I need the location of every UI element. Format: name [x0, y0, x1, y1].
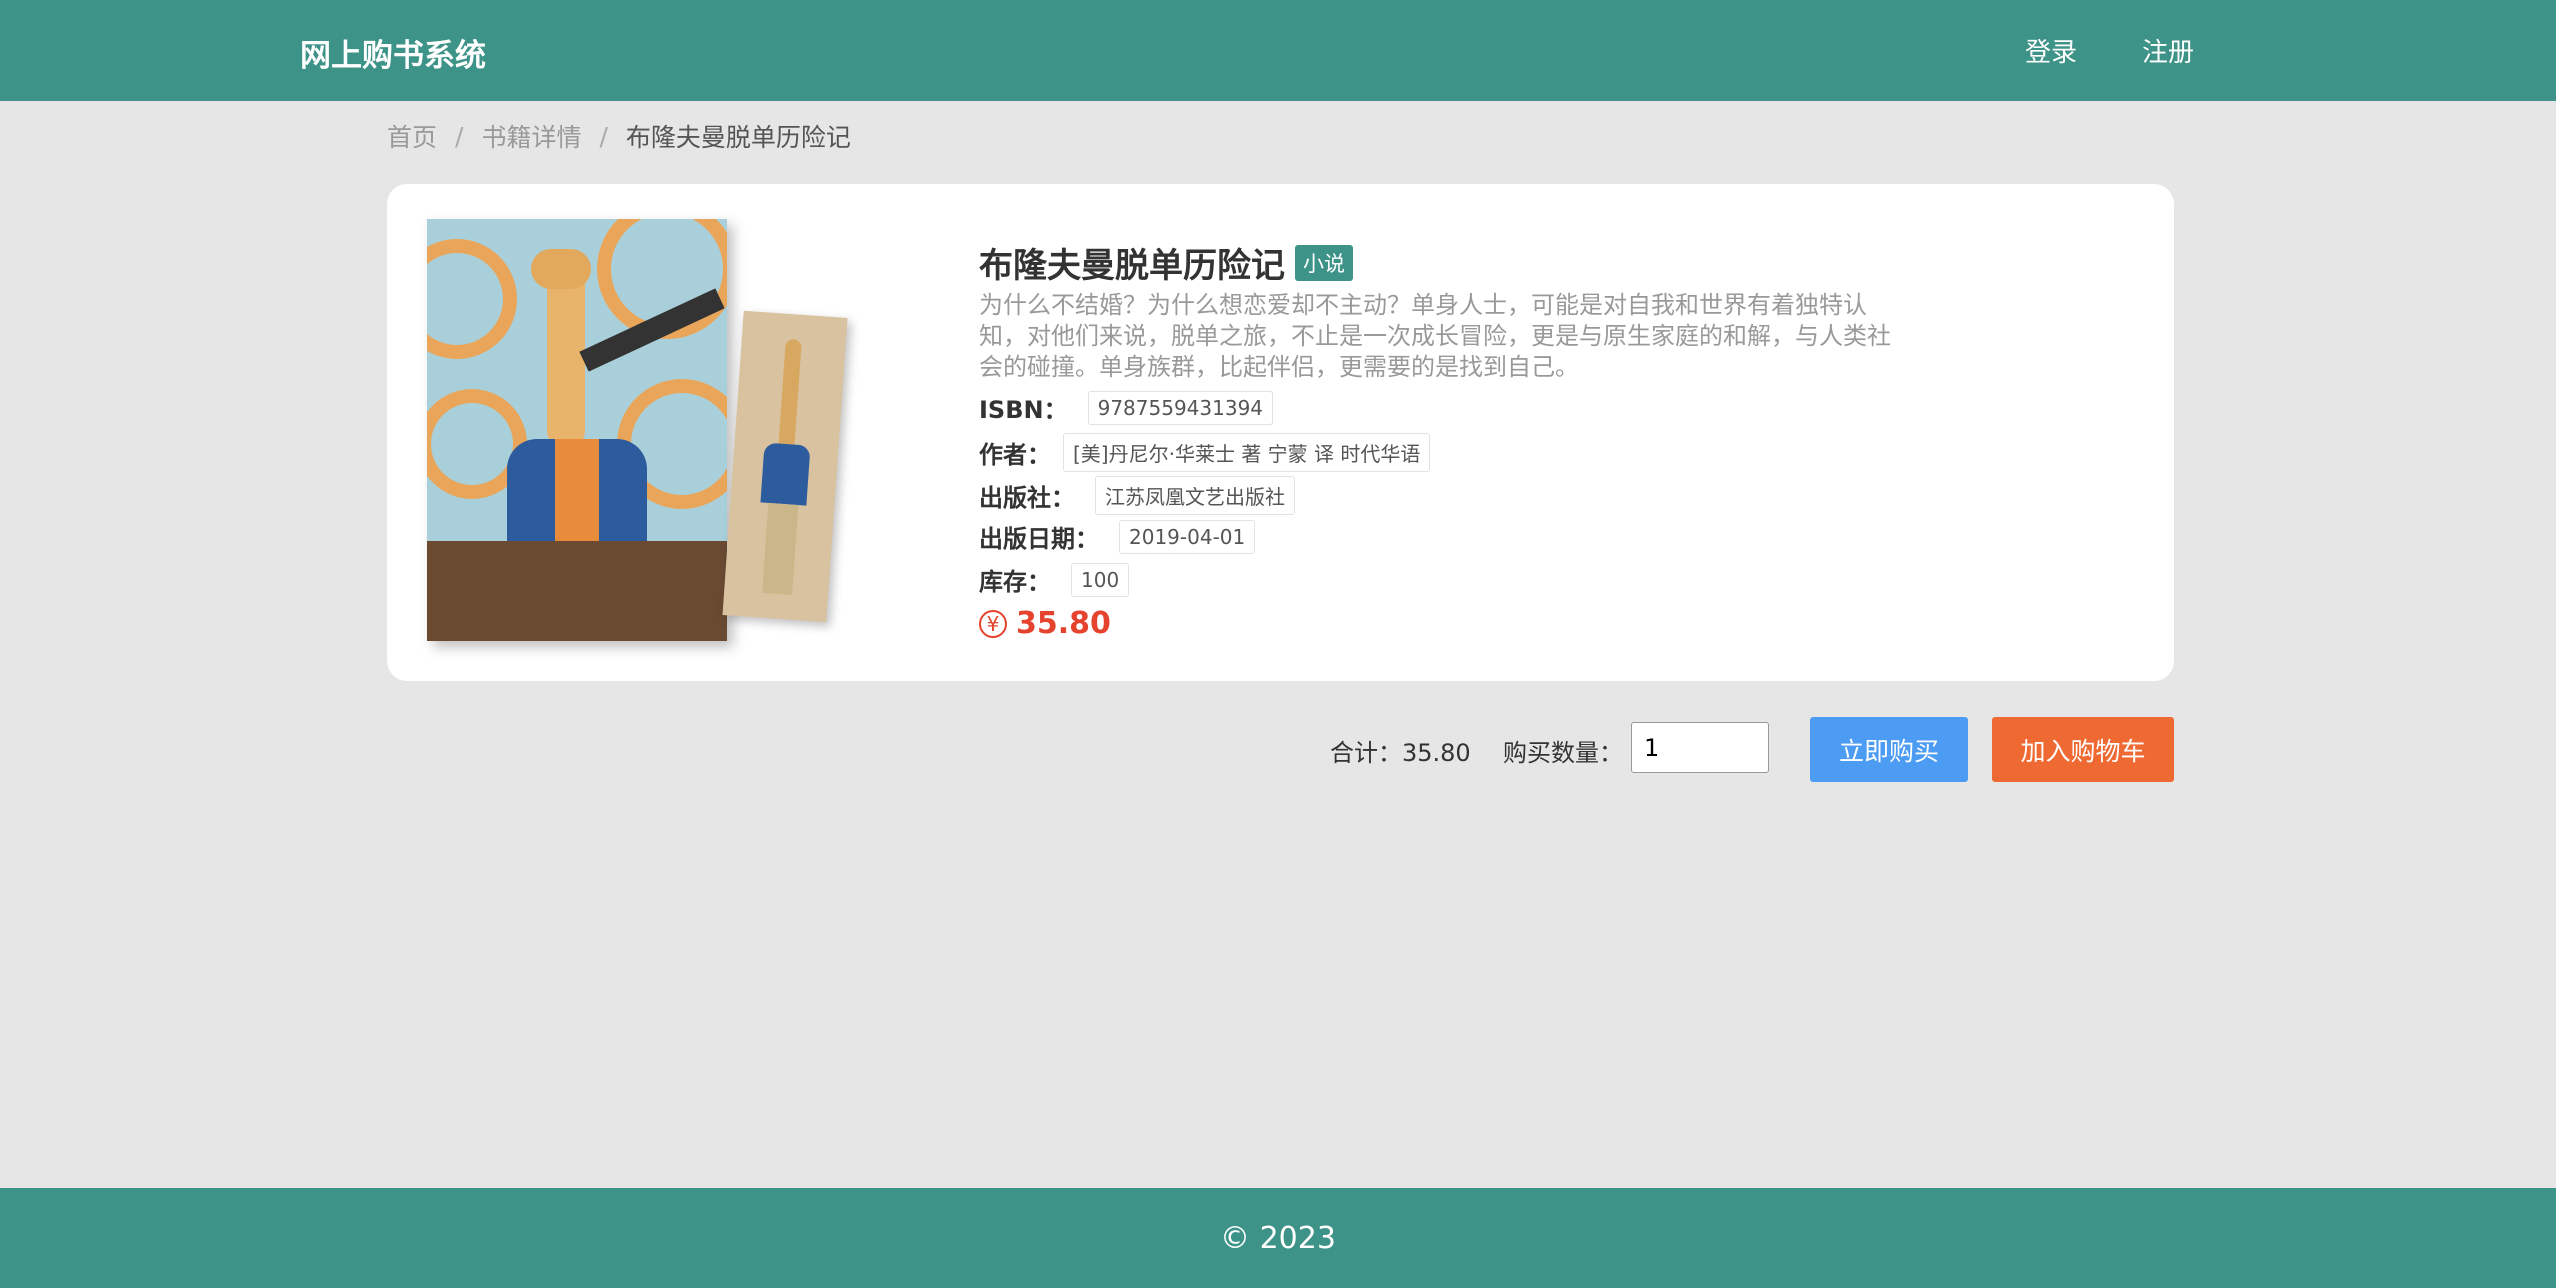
pub-date-row: 出版日期： 2019-04-01 [979, 519, 1256, 554]
pub-date-value: 2019-04-01 [1119, 519, 1256, 554]
bookmark-legs [762, 502, 799, 595]
breadcrumb: 首页 / 书籍详情 / 布隆夫曼脱单历险记 [387, 118, 851, 154]
isbn-label: ISBN： [979, 396, 1068, 424]
quantity-input[interactable] [1631, 722, 1769, 773]
cover-shirt [555, 439, 599, 549]
bookmark-giraffe [778, 338, 802, 450]
book-cover-image [427, 219, 867, 649]
author-label: 作者： [979, 441, 1051, 469]
breadcrumb-home[interactable]: 首页 [387, 118, 437, 154]
isbn-value: 9787559431394 [1087, 390, 1274, 425]
copyright-text: © 2023 [1220, 1220, 1336, 1256]
author-row: 作者： [美]丹尼尔·华莱士 著 宁蒙 译 时代华语 [979, 433, 1431, 472]
cover-pattern [427, 239, 517, 359]
breadcrumb-separator: / [455, 121, 464, 151]
book-cover [427, 219, 727, 641]
pub-date-label: 出版日期： [979, 525, 1099, 553]
category-badge: 小说 [1295, 244, 1353, 281]
add-to-cart-button[interactable]: 加入购物车 [1992, 717, 2174, 782]
price: ¥ 35.80 [979, 606, 1111, 641]
book-detail-card: 布隆夫曼脱单历险记 小说 为什么不结婚？为什么想恋爱却不主动？单身人士，可能是对… [387, 184, 2174, 681]
bookmark-jacket [760, 442, 811, 506]
cover-lower-band [427, 541, 727, 641]
login-link[interactable]: 登录 [2025, 32, 2077, 69]
bookmark-illustration [722, 310, 848, 623]
publisher-value: 江苏凤凰文艺出版社 [1095, 476, 1295, 515]
book-description: 为什么不结婚？为什么想恋爱却不主动？单身人士，可能是对自我和世界有着独特认知，对… [979, 291, 1891, 381]
site-brand[interactable]: 网上购书系统 [300, 30, 486, 75]
giraffe-head [531, 249, 591, 289]
title-row: 布隆夫曼脱单历险记 小说 [979, 238, 1353, 287]
breadcrumb-separator: / [599, 121, 608, 151]
yen-icon: ¥ [979, 609, 1007, 638]
stock-label: 库存： [979, 568, 1051, 596]
stock-row: 库存： 100 [979, 562, 1130, 597]
breadcrumb-book-details[interactable]: 书籍详情 [481, 118, 581, 154]
top-navbar: 网上购书系统 登录 注册 [0, 0, 2556, 101]
footer: © 2023 [0, 1188, 2556, 1288]
isbn-row: ISBN： 9787559431394 [979, 390, 1274, 425]
author-value: [美]丹尼尔·华莱士 著 宁蒙 译 时代华语 [1063, 433, 1431, 472]
stock-value: 100 [1071, 562, 1130, 597]
buy-now-button[interactable]: 立即购买 [1810, 717, 1968, 782]
publisher-label: 出版社： [979, 484, 1075, 512]
book-title: 布隆夫曼脱单历险记 [979, 246, 1285, 286]
publisher-row: 出版社： 江苏凤凰文艺出版社 [979, 476, 1295, 515]
price-value: 35.80 [1016, 606, 1111, 641]
breadcrumb-current: 布隆夫曼脱单历险记 [625, 123, 851, 152]
register-link[interactable]: 注册 [2142, 32, 2194, 69]
total-price: 合计：35.80 [1330, 739, 1471, 767]
quantity-label: 购买数量： [1503, 739, 1623, 767]
